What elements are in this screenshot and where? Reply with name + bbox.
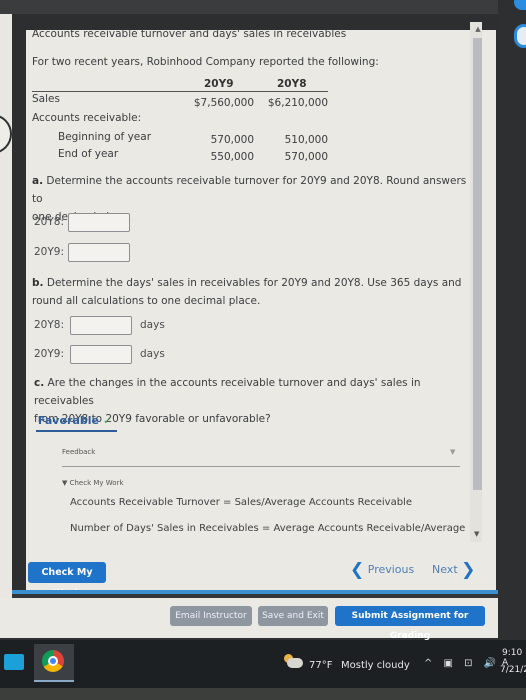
weather-temperature[interactable]: 77°F	[309, 660, 332, 671]
sales-20y8: $6,210,000	[267, 97, 328, 109]
next-label: Next	[432, 563, 458, 576]
assignment-footer: Email Instructor Save and Exit Submit As…	[0, 598, 498, 641]
check-my-work-button[interactable]: Check My Work	[28, 562, 106, 599]
check-my-work-toggle[interactable]: ▼ Check My Work	[62, 479, 124, 487]
row-label-beginning: Beginning of year	[58, 131, 152, 143]
feedback-label[interactable]: Feedback	[62, 448, 95, 456]
question-c-prefix: c.	[34, 377, 45, 389]
formula-ar-turnover: Accounts Receivable Turnover = Sales/Ave…	[70, 497, 412, 508]
question-a-line1: Determine the accounts receivable turnov…	[32, 175, 467, 205]
column-header-20y8: 20Y8	[277, 78, 307, 90]
left-circle-decoration	[0, 114, 12, 154]
column-header-20y9: 20Y9	[204, 78, 234, 90]
right-edge-panel	[498, 0, 526, 640]
answer-a-20y9-input[interactable]	[68, 243, 130, 262]
end-20y9: 550,000	[210, 151, 254, 163]
extension-icon[interactable]	[514, 24, 526, 48]
scrollbar-thumb[interactable]	[473, 38, 482, 490]
page-title: Accounts receivable turnover and days' s…	[32, 28, 347, 40]
taskbar: 77°F Mostly cloudy ^ ▣ ⊡ 🔊 9:10 A 7/21/2	[0, 640, 526, 688]
beginning-20y8: 510,000	[284, 134, 328, 146]
chevron-left-icon: ❮	[350, 560, 365, 580]
scroll-down-arrow-icon[interactable]: ▼	[474, 530, 479, 538]
question-b-line2: round all calculations to one decimal pl…	[32, 295, 261, 307]
answer-b-20y9-input[interactable]	[70, 345, 132, 364]
chrome-icon-center	[48, 656, 58, 666]
answer-b-20y9-label: 20Y9:	[34, 348, 64, 360]
row-label-accounts-receivable: Accounts receivable:	[32, 112, 142, 124]
favorable-dropdown[interactable]: Favorable ✓	[38, 414, 112, 427]
previous-label: Previous	[367, 563, 415, 576]
row-label-end: End of year	[58, 148, 119, 160]
browser-top-bar	[0, 0, 500, 14]
scroll-up-arrow-icon[interactable]: ▲	[474, 26, 482, 33]
email-instructor-button[interactable]: Email Instructor	[170, 606, 252, 626]
answer-b-20y8-input[interactable]	[70, 316, 132, 335]
answer-b-20y9-unit: days	[140, 348, 165, 360]
left-frame	[0, 14, 12, 634]
favorable-selected-value: Favorable	[38, 414, 99, 427]
weather-condition[interactable]: Mostly cloudy	[341, 660, 410, 671]
question-a-prefix: a.	[32, 175, 44, 187]
monitor-bezel	[0, 688, 526, 700]
next-button[interactable]: Next ❯	[432, 560, 475, 580]
question-b-line1: Determine the days' sales in receivables…	[43, 277, 462, 289]
answer-a-20y8-input[interactable]	[68, 213, 130, 232]
submit-assignment-button[interactable]: Submit Assignment for Grading	[335, 606, 485, 641]
end-20y8: 570,000	[284, 151, 328, 163]
check-icon: ✓	[102, 414, 113, 427]
question-b-prefix: b.	[32, 277, 44, 289]
answer-b-20y8-unit: days	[140, 319, 165, 331]
save-and-exit-button[interactable]: Save and Exit	[258, 606, 328, 626]
row-label-sales: Sales	[32, 93, 60, 105]
chevron-right-icon: ❯	[461, 560, 476, 580]
mail-app-icon[interactable]	[4, 654, 24, 670]
clock-date[interactable]: 7/21/2	[500, 665, 526, 675]
system-tray-icons[interactable]: ^ ▣ ⊡ 🔊	[424, 658, 500, 669]
weather-cloud-icon[interactable]	[287, 658, 303, 668]
question-b-text: b. Determine the days' sales in receivab…	[32, 274, 472, 310]
intro-text: For two recent years, Robinhood Company …	[32, 56, 379, 68]
formula-days-sales: Number of Days' Sales in Receivables = A…	[70, 523, 466, 534]
answer-a-20y8-label: 20Y8:	[34, 216, 64, 228]
favorable-underline	[36, 430, 117, 432]
feedback-divider	[62, 466, 460, 467]
previous-button[interactable]: ❮ Previous	[350, 560, 414, 580]
feedback-caret-icon[interactable]: ▼	[450, 448, 455, 456]
sales-20y9: $7,560,000	[193, 97, 254, 109]
table-header-rule	[32, 91, 328, 92]
screen: Accounts receivable turnover and days' s…	[0, 0, 526, 700]
question-c-line1: Are the changes in the accounts receivab…	[34, 377, 421, 407]
answer-b-20y8-label: 20Y8:	[34, 319, 64, 331]
chrome-icon	[42, 650, 64, 672]
answer-a-20y9-label: 20Y9:	[34, 246, 64, 258]
chrome-taskbar-button[interactable]	[34, 644, 74, 682]
beginning-20y9: 570,000	[210, 134, 254, 146]
